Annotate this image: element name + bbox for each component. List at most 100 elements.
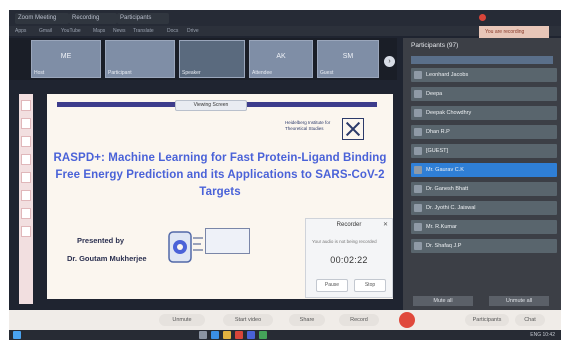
bookmark-link[interactable]: Maps bbox=[93, 27, 105, 35]
avatar bbox=[414, 71, 422, 79]
start-icon[interactable] bbox=[13, 331, 21, 339]
video-tile[interactable]: ME Host bbox=[31, 40, 101, 78]
participant-row[interactable]: Deepa bbox=[411, 87, 557, 101]
participant-name: Dr. Ganesh Bhatt bbox=[426, 186, 469, 192]
slide-thumbnail[interactable] bbox=[21, 226, 31, 237]
participants-title: Participants (97) bbox=[411, 42, 459, 49]
browser-tab-bar: Zoom Meeting Recording Participants bbox=[9, 10, 561, 26]
slide-title: RASPD+: Machine Learning for Fast Protei… bbox=[53, 152, 387, 198]
pause-button[interactable]: Pause bbox=[316, 279, 348, 292]
participant-row[interactable]: Deepak Chowdhry bbox=[411, 106, 557, 120]
participant-name: Dr. Shafaq J.P bbox=[426, 243, 462, 249]
video-app-icon[interactable] bbox=[247, 331, 255, 339]
unmute-button[interactable]: Unmute bbox=[159, 314, 205, 326]
slide-thumbnail[interactable] bbox=[21, 172, 31, 183]
author-name: Dr. Goutam Mukherjee bbox=[67, 254, 147, 263]
video-tile-initials: SM bbox=[342, 53, 354, 60]
avatar bbox=[414, 109, 422, 117]
unmute-all-button[interactable]: Unmute all bbox=[489, 296, 549, 306]
recorder-title: Recorder bbox=[336, 222, 362, 228]
bookmark-link[interactable]: YouTube bbox=[61, 27, 81, 35]
video-tile-initials: ME bbox=[60, 53, 72, 60]
start-video-button[interactable]: Start video bbox=[223, 314, 273, 326]
participant-row[interactable]: Leonhard Jacobs bbox=[411, 68, 557, 82]
close-icon[interactable]: ✕ bbox=[383, 221, 388, 228]
leave-call-button[interactable] bbox=[399, 312, 415, 328]
bookmark-link[interactable]: Translate bbox=[133, 27, 154, 35]
meeting-toolbar: Unmute Start video Share Record Particip… bbox=[9, 310, 561, 330]
avatar bbox=[414, 204, 422, 212]
mute-all-button[interactable]: Mute all bbox=[413, 296, 473, 306]
participant-row[interactable]: Dhan R.P bbox=[411, 125, 557, 139]
participant-row[interactable]: Mr. R.Kumar bbox=[411, 220, 557, 234]
browser-tab[interactable]: Recording bbox=[69, 13, 117, 24]
folder-icon[interactable] bbox=[223, 331, 231, 339]
video-tile-name: Host bbox=[34, 70, 45, 76]
browser-tab[interactable]: Participants bbox=[117, 13, 169, 24]
slide-thumbnail[interactable] bbox=[21, 118, 31, 129]
participants-panel: Participants (97) Leonhard Jacobs Deepa De… bbox=[403, 38, 561, 310]
video-tile-name: Speaker bbox=[182, 70, 201, 76]
participant-name: Mr. Gaurav C.K bbox=[426, 167, 464, 173]
avatar bbox=[414, 223, 422, 231]
video-tile[interactable]: SM Guest bbox=[317, 40, 379, 78]
slide-thumbnail[interactable] bbox=[21, 136, 31, 147]
protein-illustration-icon bbox=[167, 228, 207, 268]
recorder-message: Your audio is not being recorded bbox=[312, 239, 377, 244]
avatar bbox=[414, 90, 422, 98]
avatar bbox=[414, 166, 422, 174]
avatar bbox=[414, 185, 422, 193]
institute-logo-icon bbox=[342, 118, 364, 140]
video-tile[interactable]: AK Attendee bbox=[249, 40, 313, 78]
participants-search-input[interactable] bbox=[411, 56, 553, 64]
video-tile-initials: AK bbox=[276, 53, 286, 60]
chat-button[interactable]: Chat bbox=[515, 314, 545, 326]
participant-name: Mr. R.Kumar bbox=[426, 224, 457, 230]
stop-button[interactable]: Stop bbox=[354, 279, 386, 292]
institute-name: Heidelberg Institute for Theoretical Stu… bbox=[285, 120, 331, 131]
bookmark-link[interactable]: Apps bbox=[15, 27, 26, 35]
participant-row[interactable]: Mr. Gaurav C.K bbox=[411, 163, 557, 177]
video-tile-name: Guest bbox=[320, 70, 334, 76]
video-tile[interactable]: Speaker bbox=[179, 40, 245, 78]
video-tile-name: Participant bbox=[108, 70, 132, 76]
app-icon[interactable] bbox=[235, 331, 243, 339]
bookmark-link[interactable]: Gmail bbox=[39, 27, 52, 35]
bookmark-link[interactable]: Drive bbox=[187, 27, 199, 35]
record-button[interactable]: Record bbox=[339, 314, 379, 326]
search-icon[interactable] bbox=[199, 331, 207, 339]
slide-thumbnail[interactable] bbox=[21, 154, 31, 165]
presented-by-label: Presented by bbox=[77, 236, 125, 245]
recording-indicator-icon bbox=[479, 14, 486, 21]
participant-row[interactable]: Dr. Ganesh Bhatt bbox=[411, 182, 557, 196]
recording-banner: You are recording bbox=[479, 26, 549, 38]
avatar bbox=[414, 147, 422, 155]
browser-tab[interactable]: Zoom Meeting bbox=[15, 13, 69, 24]
screen-share-label[interactable]: Viewing Screen bbox=[175, 100, 247, 111]
slide-thumbnail[interactable] bbox=[21, 190, 31, 201]
share-button[interactable]: Share bbox=[289, 314, 325, 326]
avatar bbox=[414, 128, 422, 136]
participant-name: Deepak Chowdhry bbox=[426, 110, 472, 116]
participants-button[interactable]: Participants bbox=[465, 314, 509, 326]
recorder-dialog: Recorder ✕ Your audio is not being recor… bbox=[305, 218, 393, 298]
participant-name: Dhan R.P bbox=[426, 129, 450, 135]
video-tile[interactable]: Participant bbox=[105, 40, 175, 78]
chevron-right-icon[interactable]: › bbox=[384, 56, 395, 67]
participant-row[interactable]: Dr. Jyothi C. Jaiswal bbox=[411, 201, 557, 215]
bookmark-link[interactable]: News bbox=[113, 27, 126, 35]
slide-thumbnail[interactable] bbox=[21, 100, 31, 111]
recording-timer: 00:02:22 bbox=[330, 255, 368, 265]
os-taskbar: ENG 10:42 bbox=[9, 330, 561, 340]
participant-row[interactable]: Dr. Shafaq J.P bbox=[411, 239, 557, 253]
screen-frame: Zoom Meeting Recording Participants Apps… bbox=[9, 10, 561, 340]
bookmark-link[interactable]: Docs bbox=[167, 27, 178, 35]
browser-app-icon[interactable] bbox=[211, 331, 219, 339]
video-strip: ME Host Participant Speaker AK Attendee … bbox=[9, 38, 397, 80]
app-icon[interactable] bbox=[259, 331, 267, 339]
system-clock: ENG 10:42 bbox=[530, 332, 555, 338]
participant-name: Leonhard Jacobs bbox=[426, 72, 469, 78]
participant-row[interactable]: [GUEST] bbox=[411, 144, 557, 158]
slide-thumbnail-rail bbox=[19, 94, 33, 304]
slide-thumbnail[interactable] bbox=[21, 208, 31, 219]
